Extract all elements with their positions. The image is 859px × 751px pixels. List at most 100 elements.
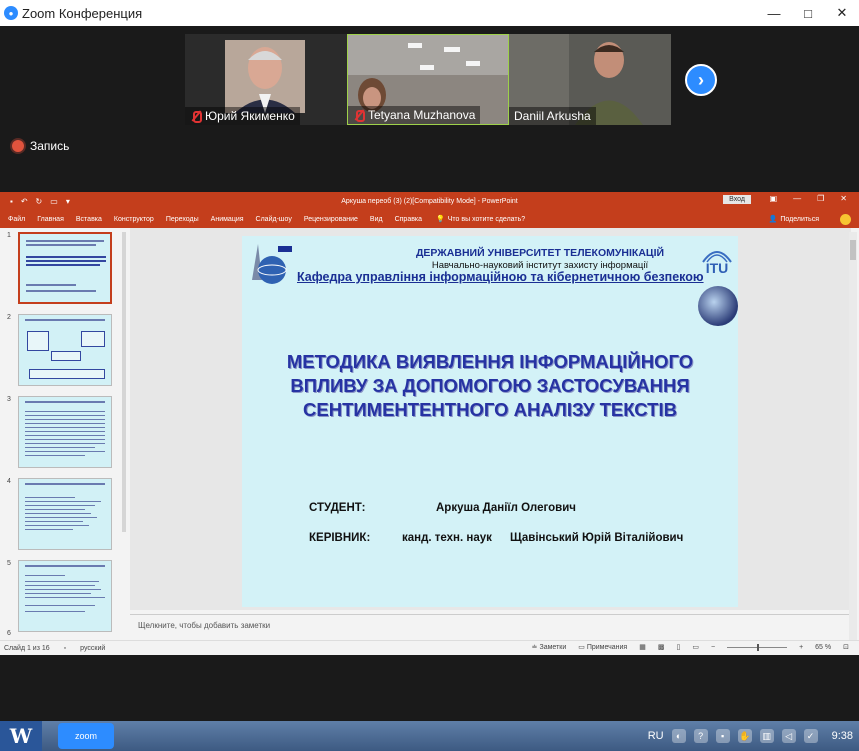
signin-button[interactable]: Вход [723,195,751,204]
minimize-button[interactable]: — [757,0,791,26]
zoom-in-icon[interactable]: + [799,644,803,651]
ppt-restore-button[interactable]: ❐ [817,194,824,203]
recording-indicator: Запись [12,139,69,153]
fit-slide-icon[interactable]: ⊡ [843,643,849,651]
ribbon-display-icon[interactable]: ▣ [770,194,778,203]
zoom-video-strip: Юрий Якименко Tetyana Muzhanova Daniil A… [0,26,859,192]
participant-name: Tetyana Muzhanova [368,108,476,122]
student-label: СТУДЕНТ: [309,502,366,514]
supervisor-degree: канд. техн. наук [402,532,492,544]
tab-design[interactable]: Конструктор [114,216,154,223]
system-tray: RU ◐ ? ▪ ✋ ▥ ◁ ✓ 9:38 [648,721,859,751]
notes-pane[interactable]: Щелкните, чтобы добавить заметки [130,614,849,638]
scrollbar-thumb[interactable] [850,240,856,260]
next-participants-button[interactable]: › [685,64,717,96]
slide-title-line-1: МЕТОДИКА ВИЯВЛЕННЯ ІНФОРМАЦІЙНОГО [286,351,694,372]
slide-count: Слайд 1 из 16 [4,644,50,652]
university-name: ДЕРЖАВНИЙ УНІВЕРСИТЕТ ТЕЛЕКОМУНІКАЦІЙ [415,247,665,259]
itu-logo: ITU [702,251,732,276]
notification-tray-icon[interactable]: ✓ [803,729,818,743]
ppt-close-button[interactable]: ✕ [840,194,847,203]
slide-title-line-3: СЕНТИМЕНТЕНТНОГО АНАЛІЗУ ТЕКСТІВ [303,399,677,420]
language-indicator[interactable]: русский [80,645,105,652]
supervisor-label: КЕРІВНИК: [309,532,371,544]
tab-insert[interactable]: Вставка [76,216,102,223]
zoom-slider[interactable] [727,643,788,651]
slide-number: 2 [7,314,11,321]
mic-muted-icon [190,110,202,123]
mic-muted-icon [353,109,365,122]
clock[interactable]: 9:38 [832,730,853,743]
app-tray-icon[interactable]: ◐ [671,729,686,743]
thumbnail-image [18,560,112,632]
clock-time: 9:38 [831,729,853,742]
hand-tray-icon[interactable]: ✋ [737,729,752,743]
slide-scrollbar[interactable] [849,232,857,642]
globe-logo [698,286,738,326]
thumbnail-image [18,314,112,386]
notes-toggle[interactable]: ≐ Заметки [532,643,567,651]
current-slide[interactable]: ДЕРЖАВНИЙ УНІВЕРСИТЕТ ТЕЛЕКОМУНІКАЦІЙ На… [242,236,738,607]
slide-number: 4 [7,478,11,485]
window-title: Zoom Конференция [22,5,143,21]
tab-slideshow[interactable]: Слайд-шоу [256,216,292,223]
ppt-titlebar: ▪ ↶ ↻ ▭ ▾ Аркуша переоб (3) (2)[Compatib… [0,192,859,210]
slide-number: 3 [7,396,11,403]
slide-title: МЕТОДИКА ВИЯВЛЕННЯ ІНФОРМАЦІЙНОГО ВПЛИВУ… [262,350,718,422]
spellcheck-icon[interactable]: ▫ [64,645,66,652]
participant-name: Юрий Якименко [205,109,295,123]
volume-tray-icon[interactable]: ◁ [781,729,796,743]
tell-me-text: Что вы хотите сделать? [447,215,526,223]
close-button[interactable]: ✕ [825,0,859,26]
comments-toggle[interactable]: ▭ Примечания [578,643,627,651]
feedback-smiley-icon[interactable] [840,214,851,225]
ribbon-tabs: Файл Главная Вставка Конструктор Переход… [0,210,859,228]
zoom-out-icon[interactable]: − [711,644,715,651]
tab-file[interactable]: Файл [8,216,25,223]
record-label: Запись [30,139,70,153]
tell-me-box[interactable]: 💡 Что вы хотите сделать? [436,215,526,224]
sorter-view-icon[interactable]: ▩ [658,643,665,651]
tab-view[interactable]: Вид [370,216,383,223]
thumbnail-image [18,478,112,550]
tab-review[interactable]: Рецензирование [304,216,358,223]
slide-thumbnail-pane[interactable]: 1 2 3 4 5 6 [0,228,126,640]
participant-tile-3[interactable]: Daniil Arkusha [509,34,671,125]
thumbnail-scrollbar[interactable] [122,232,126,532]
slide-number: 5 [7,560,11,567]
input-language[interactable]: RU [648,730,664,742]
slide-number: 6 [7,630,11,637]
thumbnail-image [18,232,112,304]
tab-animations[interactable]: Анимация [211,216,244,223]
reading-view-icon[interactable]: ▯ [676,643,680,651]
tab-home[interactable]: Главная [37,216,64,223]
word-taskbar-button[interactable]: W [0,721,42,751]
maximize-button[interactable]: □ [791,0,825,26]
student-name: Аркуша Даніїл Олегович [436,502,576,514]
zoom-taskbar-button[interactable]: zoom [58,723,114,749]
tab-transitions[interactable]: Переходы [166,216,199,223]
share-button[interactable]: 👤 Поделиться [768,215,819,224]
zoom-logo-icon: ● [4,6,18,20]
network-tray-icon[interactable]: ▥ [759,729,774,743]
slideshow-view-icon[interactable]: ▭ [692,643,699,651]
tab-help[interactable]: Справка [395,216,422,223]
normal-view-icon[interactable]: ▦ [639,643,646,651]
notes-toggle-label: Заметки [539,644,567,651]
windows-taskbar: W zoom RU ◐ ? ▪ ✋ ▥ ◁ ✓ 9:38 [0,721,859,751]
slide-title-line-2: ВПЛИВУ ЗА ДОПОМОГОЮ ЗАСТОСУВАННЯ [290,375,690,396]
zoom-level[interactable]: 65 % [815,644,831,651]
ppt-minimize-button[interactable]: — [793,194,801,203]
supervisor-name: Щавінський Юрій Віталійович [510,532,684,544]
tray-icon[interactable]: ▪ [715,729,730,743]
record-dot-icon [12,140,24,152]
share-label: Поделиться [780,215,819,223]
participant-tile-2[interactable]: Tetyana Muzhanova [347,34,509,125]
thumbnail-image [18,396,112,468]
person-icon: 👤 [768,216,778,223]
ppt-status-bar: Слайд 1 из 16 ▫ русский ≐ Заметки ▭ Прим… [0,640,859,655]
participant-name: Daniil Arkusha [514,109,591,123]
slide-number: 1 [7,232,11,239]
help-tray-icon[interactable]: ? [693,729,708,743]
participant-tile-1[interactable]: Юрий Якименко [185,34,347,125]
